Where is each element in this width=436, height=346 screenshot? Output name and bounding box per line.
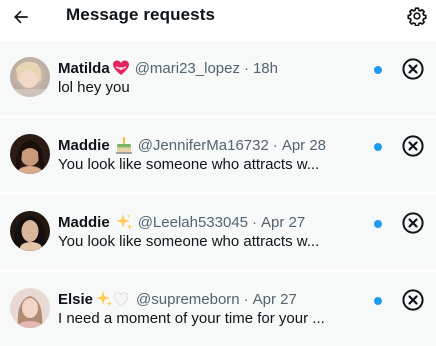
separator: ·: [243, 290, 249, 308]
close-circle-icon: [402, 135, 424, 157]
avatar[interactable]: [10, 211, 50, 251]
sender-handle: @supremeborn: [136, 290, 240, 308]
separator: ·: [252, 213, 258, 231]
avatar[interactable]: [10, 134, 50, 174]
sender-name[interactable]: Elsie: [58, 291, 93, 308]
sender-handle: @mari23_lopez: [134, 59, 240, 77]
message-request-item[interactable]: Elsie @supremeborn · Apr 27 I need a mom…: [0, 272, 436, 346]
request-header-line: Maddie @Leelah533045 · Apr 27: [58, 212, 305, 232]
avatar[interactable]: [10, 57, 50, 97]
sparkles-icon: [115, 213, 133, 231]
dismiss-request-button[interactable]: [401, 288, 425, 312]
page-title: Message requests: [66, 5, 216, 24]
request-header-line: Elsie @supremeborn · Apr 27: [58, 289, 297, 309]
settings-button[interactable]: [404, 3, 430, 29]
dismiss-request-button[interactable]: [401, 134, 425, 158]
message-preview: I need a moment of your time for your ..…: [58, 310, 325, 327]
close-circle-icon: [402, 212, 424, 234]
separator: ·: [272, 136, 278, 154]
message-preview: You look like someone who attracts w...: [58, 156, 320, 173]
timestamp: 18h: [252, 59, 278, 77]
request-header-line: Matilda @mari23_lopez · 18h: [58, 58, 278, 78]
sender-name[interactable]: Matilda: [58, 60, 110, 77]
back-button[interactable]: [8, 4, 34, 30]
sparkles-white-heart-icon: [95, 290, 131, 308]
gear-icon: [407, 7, 427, 26]
sender-name[interactable]: Maddie: [58, 137, 110, 154]
message-request-item[interactable]: Matilda @mari23_lopez · 18h lol hey you: [0, 41, 436, 115]
timestamp: Apr 27: [261, 213, 306, 231]
dismiss-request-button[interactable]: [401, 57, 425, 81]
sender-name[interactable]: Maddie: [58, 214, 110, 231]
request-header-line: Maddie @JenniferMa16732 · Apr 28: [58, 135, 326, 155]
unread-indicator: [374, 220, 382, 228]
sender-handle: @JenniferMa16732: [137, 136, 269, 154]
page-header: Message requests: [0, 0, 436, 36]
timestamp: Apr 27: [252, 290, 297, 308]
dismiss-request-button[interactable]: [401, 211, 425, 235]
message-request-item[interactable]: Maddie @JenniferMa16732 · Apr 28 You loo…: [0, 118, 436, 192]
unread-indicator: [374, 66, 382, 74]
heart-with-ribbon-icon: [112, 60, 130, 76]
arrow-left-icon: [14, 10, 28, 24]
unread-indicator: [374, 143, 382, 151]
message-preview: You look like someone who attracts w...: [58, 233, 320, 250]
unread-indicator: [374, 297, 382, 305]
message-request-item[interactable]: Maddie @Leelah533045 · Apr 27 You look l…: [0, 195, 436, 269]
separator: ·: [243, 59, 249, 77]
timestamp: Apr 28: [281, 136, 327, 154]
cake-icon: [115, 136, 133, 154]
avatar[interactable]: [10, 288, 50, 328]
close-circle-icon: [402, 58, 424, 80]
sender-handle: @Leelah533045: [137, 213, 249, 231]
close-circle-icon: [402, 289, 424, 311]
message-preview: lol hey you: [58, 79, 130, 96]
